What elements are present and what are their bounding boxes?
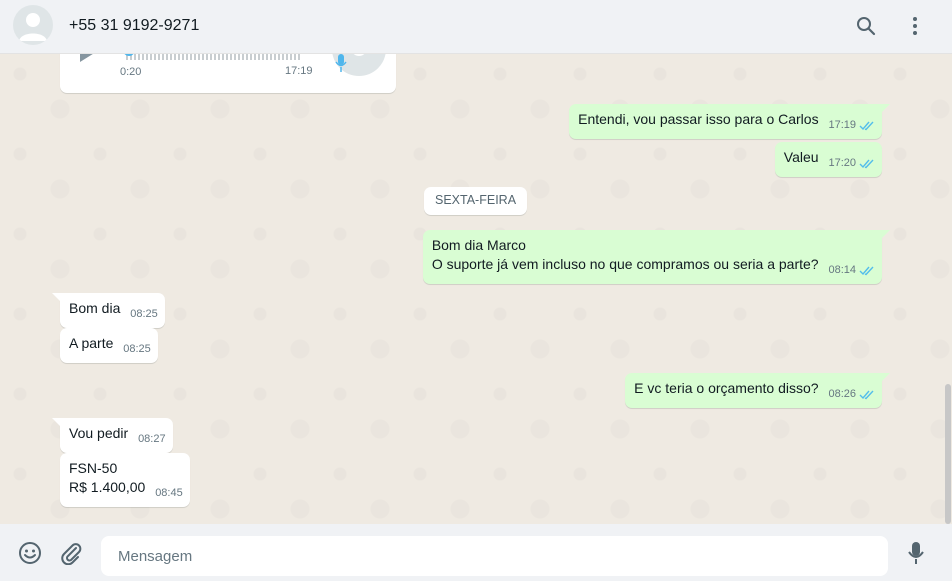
message-text-line: R$ 1.400,00 [69,479,146,495]
message-meta: 08:26 [828,385,875,404]
message-bubble-outgoing[interactable]: Entendi, vou passar isso para o Carlos 1… [569,104,890,139]
message-bubble-outgoing[interactable]: Valeu 17:20 [774,142,882,177]
message-bubble-incoming[interactable]: Bom dia 08:25 [52,293,165,328]
chat-header: +55 31 9192-9271 [0,0,952,54]
message-text: A parte [69,335,114,351]
message-time: 08:26 [828,388,856,400]
avatar-placeholder-icon [19,13,47,41]
message-input[interactable] [101,536,888,576]
audio-waveform[interactable] [126,54,302,60]
message-meta: 08:25 [130,305,158,324]
message-meta: 08:25 [123,340,151,359]
compose-bar [0,524,952,581]
message-bubble-outgoing[interactable]: E vc teria o orçamento disso? 08:26 [625,373,890,408]
message-time: 08:27 [138,433,166,445]
message-text-line: FSN-50 [69,460,118,476]
chat-messages-area[interactable]: 0:20 17:19 Entendi, vou passar isso para… [0,54,952,524]
message-bubble-outgoing[interactable]: Bom dia Marco O suporte já vem incluso n… [422,230,891,284]
message-time: 08:25 [123,343,151,355]
message-bubble-incoming[interactable]: FSN-50 R$ 1.400,00 08:45 [60,453,190,507]
mic-icon [335,54,347,77]
mic-icon[interactable] [903,540,929,566]
contact-name[interactable]: +55 31 9192-9271 [69,17,199,35]
message-meta: 17:20 [828,154,875,173]
read-ticks-icon [859,159,874,169]
message-bubble-incoming[interactable]: Vou pedir 08:27 [52,418,173,453]
contact-avatar[interactable] [13,5,53,45]
message-time: 17:19 [828,119,856,131]
message-time: 08:45 [155,487,183,499]
read-ticks-icon [859,121,874,131]
chat-scrollbar[interactable] [945,384,951,524]
message-text: Valeu [783,149,819,165]
message-text: E vc teria o orçamento disso? [634,380,819,396]
message-meta: 08:27 [138,430,166,449]
message-text-line: Bom dia Marco [431,237,526,253]
message-meta: 17:19 [828,116,875,135]
audio-message: 0:20 17:19 [60,54,396,93]
message-text: Bom dia [69,300,121,316]
attach-icon[interactable] [58,540,84,566]
date-divider: SEXTA-FEIRA [424,187,528,215]
message-text: Vou pedir [69,425,129,441]
message-text-line: O suporte já vem incluso no que compramo… [431,256,819,272]
emoji-icon[interactable] [17,540,43,566]
audio-duration: 0:20 [120,66,142,78]
message-meta: 08:14 [828,261,875,280]
message-time: 17:20 [828,157,856,169]
message-time: 08:25 [130,308,158,320]
read-ticks-icon [859,266,874,276]
message-bubble-incoming[interactable]: A parte 08:25 [60,328,158,363]
search-icon[interactable] [854,14,878,38]
read-ticks-icon [859,390,874,400]
menu-icon[interactable] [903,14,927,38]
message-text: Entendi, vou passar isso para o Carlos [578,111,819,127]
message-time: 17:19 [285,65,313,77]
play-icon[interactable] [80,54,96,62]
message-time: 08:14 [828,264,856,276]
message-meta: 08:45 [155,484,183,503]
